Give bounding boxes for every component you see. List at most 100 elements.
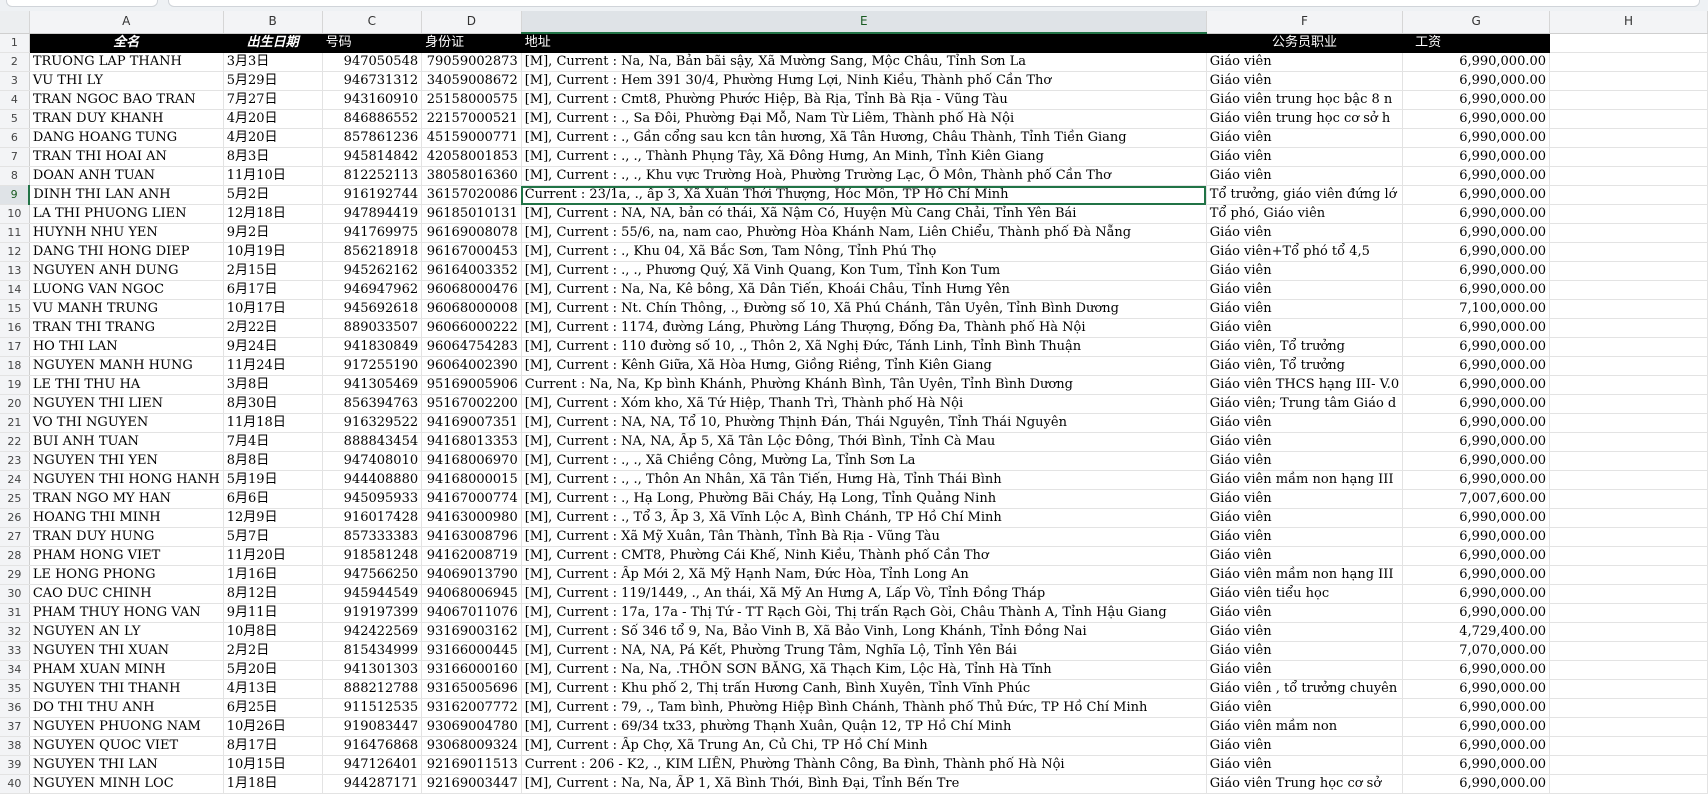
id-cell[interactable]: 42058001853 [421,147,522,167]
dob-cell[interactable]: 9月24日 [223,337,323,357]
id-cell[interactable]: 96164003352 [421,261,522,281]
name-cell[interactable]: CAO DUC CHINH [29,584,224,604]
row-header[interactable]: 33 [0,641,30,661]
empty-cell[interactable] [1549,451,1708,471]
empty-cell[interactable] [1549,527,1708,547]
address-cell[interactable]: [M], Current : Na, Na, Bản bãi sậy, Xã M… [521,52,1207,72]
row-header[interactable]: 22 [0,432,30,452]
column-header-f[interactable]: F [1206,11,1404,34]
address-cell[interactable]: [M], Current : Nt. Chín Thông, ., Đường … [521,299,1207,319]
phone-cell[interactable]: 944287171 [322,774,423,794]
job-cell[interactable]: Giáo viên [1206,280,1404,300]
address-cell[interactable]: [M], Current : 69/34 tx33, phường Thạnh … [521,717,1207,737]
row-header[interactable]: 7 [0,147,30,167]
empty-cell[interactable] [1549,546,1708,566]
name-cell[interactable]: VU THI LY [29,71,224,91]
job-cell[interactable]: Giáo viên mầm non hạng III [1206,470,1404,490]
dob-cell[interactable]: 1月18日 [223,774,323,794]
row-header[interactable]: 4 [0,90,30,110]
phone-cell[interactable]: 947408010 [322,451,423,471]
header-dob-cell[interactable]: 出生日期 [223,33,323,53]
phone-cell[interactable]: 919083447 [322,717,423,737]
row-header[interactable]: 35 [0,679,30,699]
address-cell[interactable]: [M], Current : Na, Na, .THÔN SƠN BẰNG, X… [521,660,1207,680]
phone-cell[interactable]: 945944549 [322,584,423,604]
dob-cell[interactable]: 11月24日 [223,356,323,376]
empty-cell[interactable] [1549,622,1708,642]
address-cell[interactable]: [M], Current : ., ., Thôn An Nhân, Xã Tâ… [521,470,1207,490]
row-header[interactable]: 12 [0,242,30,262]
phone-cell[interactable]: 946731312 [322,71,423,91]
name-cell[interactable]: DO THI THU ANH [29,698,224,718]
phone-cell[interactable]: 916192744 [322,185,423,205]
empty-cell[interactable] [1549,470,1708,490]
select-all-corner[interactable] [0,11,30,34]
salary-cell[interactable]: 6,990,000.00 [1402,660,1551,680]
name-cell[interactable]: LA THI PHUONG LIEN [29,204,224,224]
empty-cell[interactable] [1549,318,1708,338]
dob-cell[interactable]: 1月16日 [223,565,323,585]
phone-cell[interactable]: 815434999 [322,641,423,661]
phone-cell[interactable]: 947126401 [322,755,423,775]
id-cell[interactable]: 96185010131 [421,204,522,224]
salary-cell[interactable]: 6,990,000.00 [1402,565,1551,585]
row-header[interactable]: 15 [0,299,30,319]
dob-cell[interactable]: 8月17日 [223,736,323,756]
salary-cell[interactable]: 6,990,000.00 [1402,508,1551,528]
salary-cell[interactable]: 6,990,000.00 [1402,166,1551,186]
job-cell[interactable]: Giáo viên [1206,147,1404,167]
salary-cell[interactable]: 6,990,000.00 [1402,356,1551,376]
job-cell[interactable]: Giáo viên [1206,527,1404,547]
salary-cell[interactable]: 6,990,000.00 [1402,223,1551,243]
job-cell[interactable]: Giáo viên [1206,318,1404,338]
empty-cell[interactable] [1549,698,1708,718]
phone-cell[interactable]: 947894419 [322,204,423,224]
dob-cell[interactable]: 11月20日 [223,546,323,566]
job-cell[interactable]: Giáo viên [1206,736,1404,756]
address-cell[interactable]: [M], Current : NA, NA, bản có thái, Xã N… [521,204,1207,224]
salary-cell[interactable]: 6,990,000.00 [1402,337,1551,357]
salary-cell[interactable]: 6,990,000.00 [1402,413,1551,433]
address-cell[interactable]: Current : 206 - K2, ., KIM LIÊN, Phường … [521,755,1207,775]
row-header[interactable]: 2 [0,52,30,72]
name-cell[interactable]: NGUYEN AN LY [29,622,224,642]
name-cell[interactable]: NGUYEN MANH HUNG [29,356,224,376]
address-cell[interactable]: [M], Current : ., Khu 04, Xã Bắc Sơn, Ta… [521,242,1207,262]
name-cell[interactable]: DOAN ANH TUAN [29,166,224,186]
salary-cell[interactable]: 6,990,000.00 [1402,242,1551,262]
phone-cell[interactable]: 945692618 [322,299,423,319]
id-cell[interactable]: 94167000774 [421,489,522,509]
salary-cell[interactable]: 6,990,000.00 [1402,109,1551,129]
empty-cell[interactable] [1549,641,1708,661]
salary-cell[interactable]: 6,990,000.00 [1402,280,1551,300]
phone-cell[interactable]: 846886552 [322,109,423,129]
id-cell[interactable]: 45159000771 [421,128,522,148]
name-cell[interactable]: VU MANH TRUNG [29,299,224,319]
dob-cell[interactable]: 5月7日 [223,527,323,547]
id-cell[interactable]: 96068000476 [421,280,522,300]
id-cell[interactable]: 22157000521 [421,109,522,129]
name-cell[interactable]: LE HONG PHONG [29,565,224,585]
address-cell[interactable]: [M], Current : NA, NA, Ấp 5, Xã Tân Lộc … [521,432,1207,452]
job-cell[interactable]: Giáo viên [1206,755,1404,775]
id-cell[interactable]: 94168000015 [421,470,522,490]
phone-cell[interactable]: 856218918 [322,242,423,262]
dob-cell[interactable]: 9月11日 [223,603,323,623]
phone-cell[interactable]: 916017428 [322,508,423,528]
empty-cell[interactable] [1549,185,1708,205]
phone-cell[interactable]: 946947962 [322,280,423,300]
id-cell[interactable]: 96068000008 [421,299,522,319]
dob-cell[interactable]: 6月17日 [223,280,323,300]
dob-cell[interactable]: 8月3日 [223,147,323,167]
phone-cell[interactable]: 942422569 [322,622,423,642]
phone-cell[interactable]: 945095933 [322,489,423,509]
empty-cell[interactable] [1549,565,1708,585]
row-header[interactable]: 1 [0,33,30,53]
phone-cell[interactable]: 888843454 [322,432,423,452]
name-cell[interactable]: NGUYEN QUOC VIET [29,736,224,756]
job-cell[interactable]: Giáo viên [1206,489,1404,509]
job-cell[interactable]: Tổ phó, Giáo viên [1206,204,1404,224]
dob-cell[interactable]: 10月17日 [223,299,323,319]
address-cell[interactable]: [M], Current : 110 đường số 10, ., Thôn … [521,337,1207,357]
address-cell[interactable]: [M], Current : ., ., Thành Phụng Tây, Xã… [521,147,1207,167]
